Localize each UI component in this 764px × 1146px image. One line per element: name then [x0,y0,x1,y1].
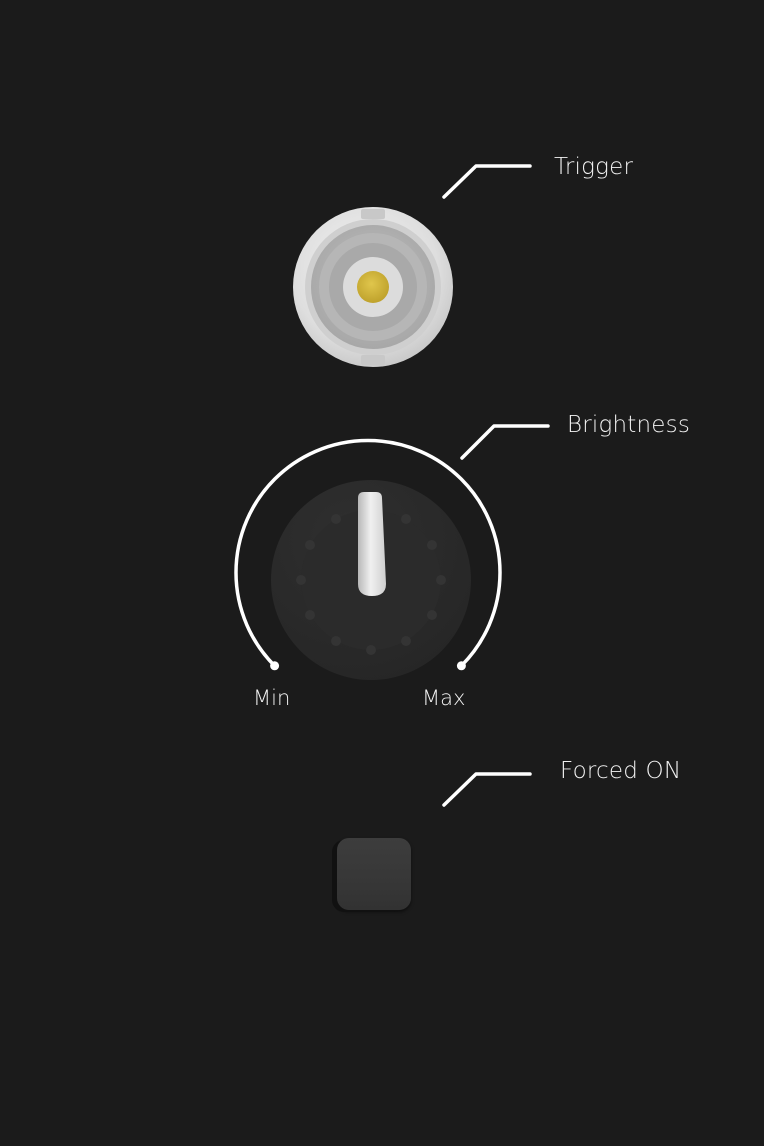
knob-pointer [358,492,386,596]
brightness-min-label: Min [253,686,291,710]
trigger-pin [357,271,389,303]
min-endpoint [270,661,280,671]
forced-on-leader-line [442,772,532,807]
brightness-label: Brightness [567,412,690,438]
rotary-knob-icon [234,438,502,680]
brightness-max-label: Max [422,686,466,710]
trigger-leader-line [442,164,532,199]
bnc-connector-icon [293,207,453,367]
max-endpoint [456,661,466,671]
brightness-knob[interactable] [230,436,510,686]
device-panel: Trigger Brightness Forced ON Min Max [0,0,764,1146]
forced-on-label: Forced ON [560,758,682,784]
forced-on-button[interactable] [331,836,415,914]
push-button-icon [337,838,411,910]
trigger-connector[interactable] [292,206,454,368]
trigger-label: Trigger [554,154,634,180]
